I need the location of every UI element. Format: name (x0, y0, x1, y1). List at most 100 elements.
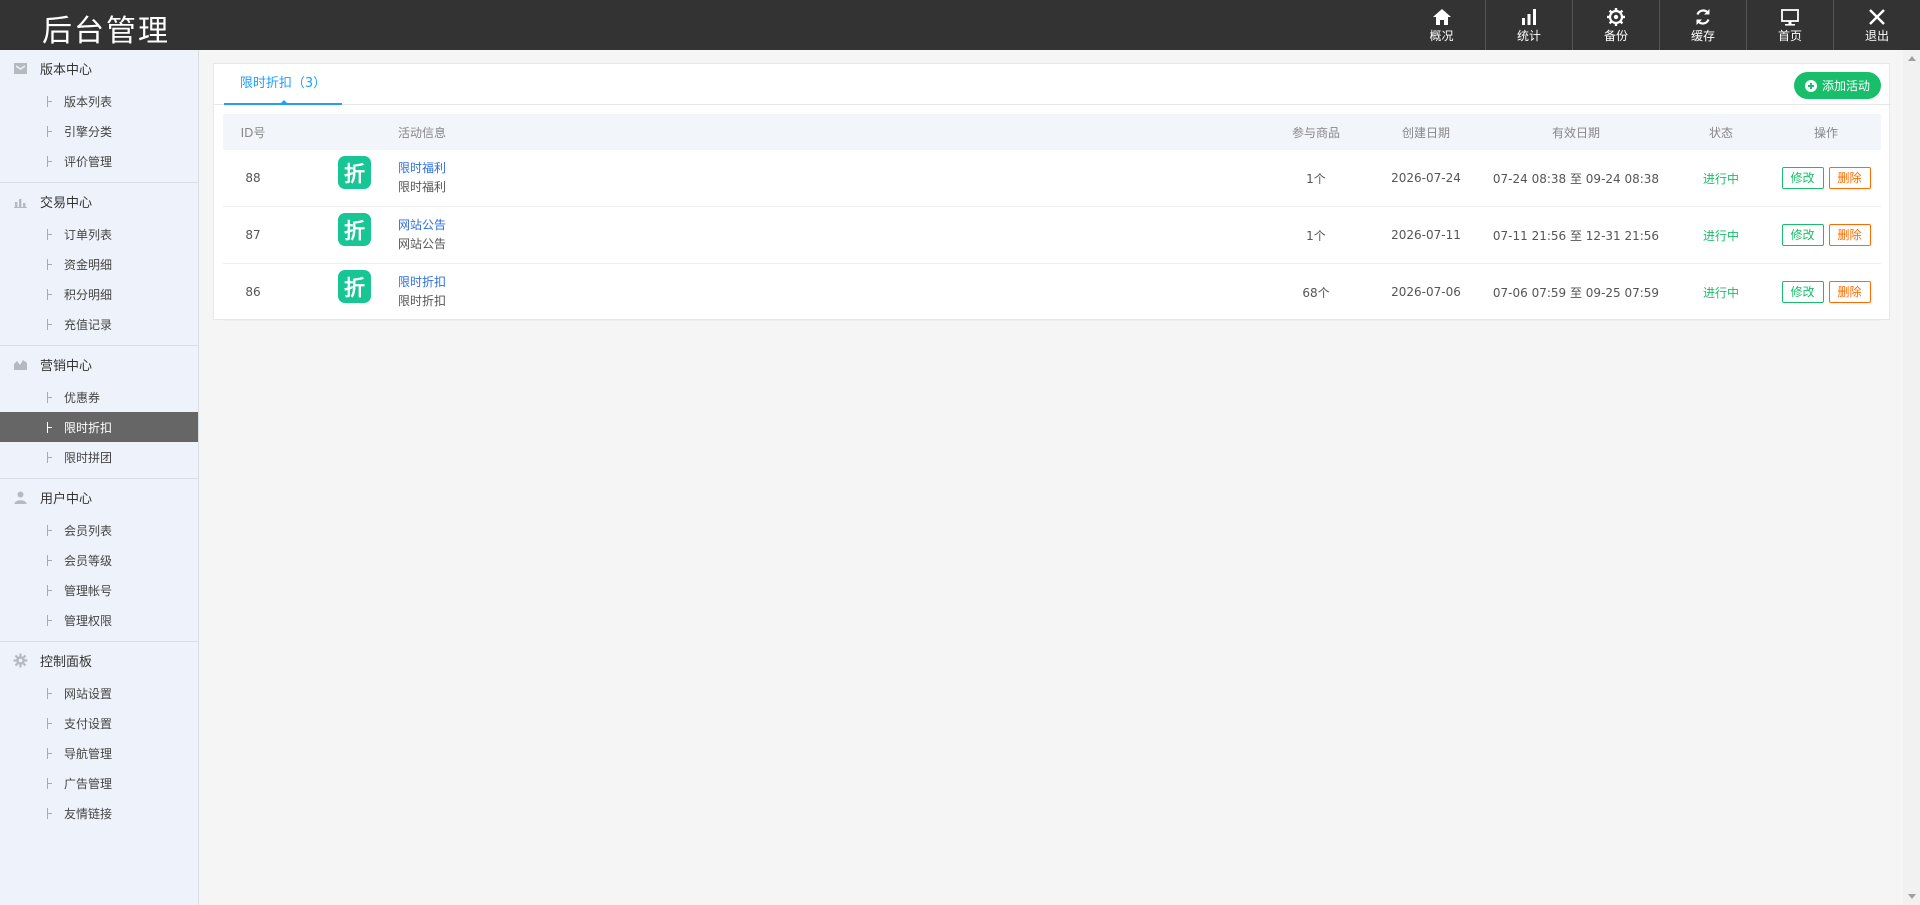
sidebar-item-flash-discount[interactable]: 限时折扣 (0, 412, 198, 442)
sidebar-group-users: 用户中心 会员列表 会员等级 管理帐号 管理权限 (0, 479, 198, 642)
topnav-logout[interactable]: 退出 (1833, 0, 1920, 50)
col-header-id: ID号 (240, 125, 266, 140)
topnav-overview[interactable]: 概况 (1398, 0, 1485, 50)
tree-line-icon (47, 688, 53, 699)
topnav-home[interactable]: 首页 (1746, 0, 1833, 50)
activity-subtitle: 限时福利 (398, 180, 447, 194)
sidebar-item-member-levels[interactable]: 会员等级 (0, 545, 198, 575)
inbox-icon (13, 61, 28, 76)
tree-line-icon (47, 229, 53, 240)
edit-button[interactable]: 修改 (1781, 281, 1824, 303)
sidebar-item-ads-manage[interactable]: 广告管理 (0, 768, 198, 798)
cell-goods: 1个 (1306, 228, 1326, 243)
tree-line-icon (47, 126, 53, 137)
tree-line-icon (47, 718, 53, 729)
sidebar-item-funds[interactable]: 资金明细 (0, 249, 198, 279)
sidebar-item-recharge[interactable]: 充值记录 (0, 309, 198, 339)
sidebar-item-admin-accounts[interactable]: 管理帐号 (0, 575, 198, 605)
add-activity-button[interactable]: 添加活动 (1794, 72, 1881, 99)
cell-valid: 07-24 08:38 至 09-24 08:38 (1492, 171, 1660, 186)
bar-chart-icon (1519, 7, 1539, 29)
sidebar-item-friend-links[interactable]: 友情链接 (0, 798, 198, 828)
activity-title-link[interactable]: 限时折扣 (398, 273, 446, 292)
delete-button[interactable]: 删除 (1828, 224, 1871, 246)
cell-actions: 修改 删除 (1771, 224, 1881, 246)
col-header-info: 活动信息 (398, 125, 447, 140)
col-header-valid: 有效日期 (1551, 125, 1600, 140)
topnav-cache[interactable]: 缓存 (1659, 0, 1746, 50)
sidebar-item-engine-category[interactable]: 引擎分类 (0, 116, 198, 146)
tree-line-icon (47, 392, 53, 403)
sidebar-item-payment-settings[interactable]: 支付设置 (0, 708, 198, 738)
refresh-icon (1693, 7, 1713, 29)
sidebar-item-label: 积分明细 (64, 287, 113, 302)
sidebar-group-header[interactable]: 版本中心 (0, 50, 198, 86)
topnav-backup[interactable]: 备份 (1572, 0, 1659, 50)
col-header-goods: 参与商品 (1291, 125, 1340, 140)
tree-line-icon (47, 96, 53, 107)
app-logo: 后台管理 (42, 14, 170, 49)
sidebar-item-points[interactable]: 积分明细 (0, 279, 198, 309)
sidebar-item-site-settings[interactable]: 网站设置 (0, 678, 198, 708)
top-bar: 后台管理 概况 统计 备份 缓存 首页 退出 (0, 0, 1920, 50)
delete-button[interactable]: 删除 (1828, 167, 1871, 189)
sidebar-item-label: 资金明细 (64, 257, 113, 272)
discount-badge-icon: 折 (338, 270, 371, 303)
tree-line-icon (47, 525, 53, 536)
discount-badge-icon: 折 (338, 213, 371, 246)
scroll-up-icon[interactable] (1908, 56, 1916, 61)
sidebar-item-label: 限时拼团 (64, 450, 113, 465)
table-header: ID号 活动信息 参与商品 创建日期 有效日期 状态 操作 (223, 114, 1881, 150)
col-header-created: 创建日期 (1401, 125, 1450, 140)
main-panel: 限时折扣（3） 添加活动 ID号 活动信息 参与商品 创建日期 有效日期 状态 … (213, 63, 1891, 321)
sidebar-group-marketing: 营销中心 优惠券 限时折扣 限时拼团 (0, 346, 198, 479)
activity-subtitle: 限时折扣 (398, 294, 447, 308)
scroll-down-icon[interactable] (1908, 894, 1916, 899)
activity-title-link[interactable]: 网站公告 (398, 216, 446, 235)
plus-circle-icon (1804, 79, 1817, 92)
topnav-home-label: 首页 (1777, 29, 1802, 43)
sidebar-item-label: 订单列表 (64, 227, 113, 242)
topnav-cache-label: 缓存 (1690, 29, 1715, 43)
sidebar-group-title: 控制面板 (40, 654, 93, 670)
sidebar-item-coupons[interactable]: 优惠券 (0, 382, 198, 412)
tree-line-icon (47, 422, 53, 433)
edit-button[interactable]: 修改 (1781, 167, 1824, 189)
table-row: 87 折 网站公告 网站公告 1个 2026-07-11 07-11 21:56… (223, 207, 1881, 264)
delete-button[interactable]: 删除 (1828, 281, 1871, 303)
tree-line-icon (47, 156, 53, 167)
sidebar-group-header[interactable]: 营销中心 (0, 346, 198, 382)
sidebar-item-permissions[interactable]: 管理权限 (0, 605, 198, 635)
gear-icon (13, 653, 28, 668)
sidebar-group-header[interactable]: 用户中心 (0, 479, 198, 515)
sidebar-item-members[interactable]: 会员列表 (0, 515, 198, 545)
sidebar-group-header[interactable]: 控制面板 (0, 642, 198, 678)
info-text: 限时福利 限时福利 (398, 159, 446, 197)
sidebar-item-version-list[interactable]: 版本列表 (0, 86, 198, 116)
sidebar-item-label: 引擎分类 (64, 124, 113, 139)
monitor-icon (1780, 7, 1800, 29)
edit-button[interactable]: 修改 (1781, 224, 1824, 246)
sidebar-item-label: 管理帐号 (64, 583, 113, 598)
vertical-scrollbar[interactable] (1903, 50, 1920, 905)
topnav-stats[interactable]: 统计 (1485, 0, 1572, 50)
sidebar-item-review-manage[interactable]: 评价管理 (0, 146, 198, 176)
tab-flash-discount[interactable]: 限时折扣（3） (224, 64, 342, 105)
sidebar-item-group-buy[interactable]: 限时拼团 (0, 442, 198, 472)
cell-info: 折 限时折扣 限时折扣 (283, 270, 1261, 311)
discount-badge-icon: 折 (338, 156, 371, 189)
cell-actions: 修改 删除 (1771, 281, 1881, 303)
sidebar-item-label: 会员等级 (64, 553, 113, 568)
sidebar-item-label: 限时折扣 (64, 420, 113, 435)
status-badge: 进行中 (1702, 171, 1739, 186)
sidebar-item-orders[interactable]: 订单列表 (0, 219, 198, 249)
sidebar-group-trade: 交易中心 订单列表 资金明细 积分明细 充值记录 (0, 183, 198, 346)
sidebar-group-header[interactable]: 交易中心 (0, 183, 198, 219)
cell-id: 87 (245, 228, 261, 242)
cell-created: 2026-07-11 (1391, 228, 1461, 242)
tree-line-icon (47, 748, 53, 759)
gear-icon (1606, 7, 1626, 29)
activity-title-link[interactable]: 限时福利 (398, 159, 446, 178)
top-nav: 概况 统计 备份 缓存 首页 退出 (1398, 0, 1920, 50)
sidebar-item-nav-manage[interactable]: 导航管理 (0, 738, 198, 768)
